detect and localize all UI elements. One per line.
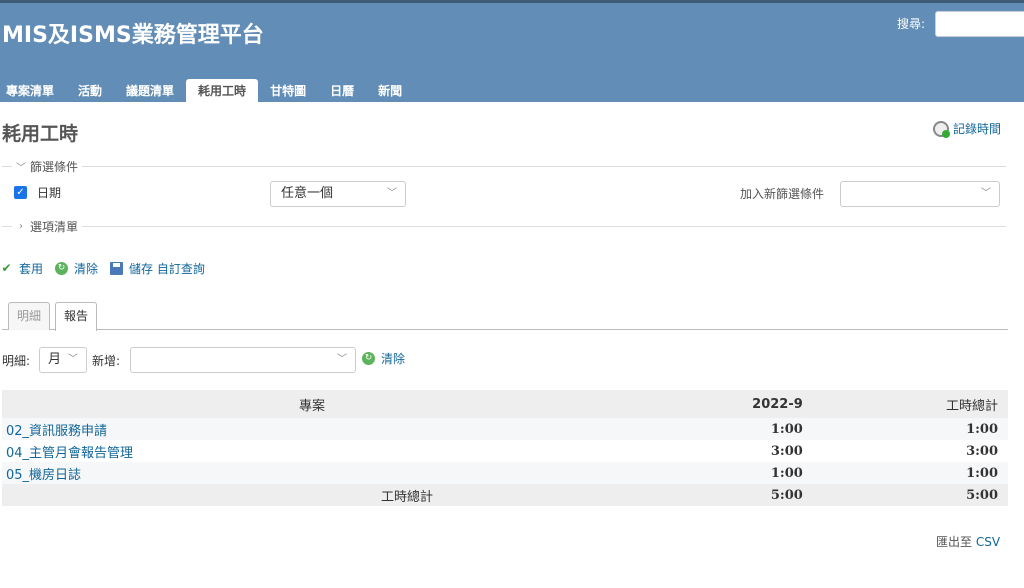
total-hours-cell: 3:00 [812, 440, 1008, 462]
total-hours-cell: 1:00 [812, 418, 1008, 440]
date-operator-select[interactable]: 任意一個 ﹀ [270, 181, 406, 207]
options-legend-toggle[interactable]: › 選項清單 [12, 218, 83, 235]
log-time-link[interactable]: 記錄時間 [933, 120, 1002, 138]
menu-tab-gantt[interactable]: 甘特圖 [258, 79, 318, 105]
report-table: 專案 2022-9 工時總計 02_資訊服務申請 1:00 1:00 04_主管… [2, 390, 1008, 506]
export-label: 匯出至 [936, 535, 973, 549]
period-select[interactable]: 月 ﹀ [39, 347, 87, 373]
checkmark-icon: ✔ [1, 261, 12, 275]
report-clear-label: 清除 [381, 352, 406, 366]
date-filter-checkbox[interactable]: ✓ [14, 186, 27, 199]
report-controls: 明細: [2, 347, 30, 373]
column-header-total: 工時總計 [812, 390, 1008, 418]
table-total-row: 工時總計 5:00 5:00 [2, 484, 1008, 506]
filters-legend-label: 篩選條件 [30, 160, 79, 174]
chevron-down-icon: ﹀ [68, 354, 78, 365]
column-header-project: 專案 [2, 390, 622, 418]
period-total-cell: 5:00 [622, 484, 813, 506]
tab-report[interactable]: 報告 [55, 302, 98, 331]
search-input[interactable] [935, 11, 1024, 37]
table-header-row: 專案 2022-9 工時總計 [2, 390, 1008, 418]
project-link[interactable]: 04_主管月會報告管理 [2, 446, 133, 461]
add-filter-label: 加入新篩選條件 [740, 187, 825, 201]
chevron-right-icon: › [19, 221, 23, 232]
table-row: 05_機房日誌 1:00 1:00 [2, 462, 1008, 484]
options-legend-label: 選項清單 [30, 220, 79, 234]
main-menu: 專案清單 活動 議題清單 耗用工時 甘特圖 日曆 新聞 [0, 79, 414, 105]
clear-button[interactable]: 清除 [74, 260, 98, 277]
period-hours-cell: 3:00 [622, 440, 813, 462]
table-row: 02_資訊服務申請 1:00 1:00 [2, 418, 1008, 440]
column-header-period: 2022-9 [622, 390, 813, 418]
chevron-down-icon: ﹀ [16, 163, 26, 174]
reset-icon: ↻ [362, 352, 375, 365]
export-csv-link[interactable]: CSV [976, 535, 1000, 549]
view-tabs: 明細 報告 [2, 302, 1008, 331]
page-title: 耗用工時 [2, 123, 79, 145]
date-operator-value: 任意一個 [281, 186, 334, 201]
query-actions: ✔ 套用 ↻ 清除 儲存 自訂查詢 [0, 260, 211, 277]
period-hours-cell: 1:00 [622, 462, 813, 484]
menu-tab-activity[interactable]: 活動 [66, 79, 114, 105]
filters-legend-toggle[interactable]: ﹀ 篩選條件 [12, 158, 83, 175]
chevron-down-icon: ﹀ [337, 354, 347, 365]
tab-details[interactable]: 明細 [8, 302, 51, 330]
grand-total-cell: 5:00 [812, 484, 1008, 506]
detail-label: 明細: [2, 353, 31, 368]
period-value: 月 [48, 352, 62, 367]
period-hours-cell: 1:00 [622, 418, 813, 440]
total-row-label: 工時總計 [2, 484, 622, 506]
add-criteria-select[interactable]: ﹀ [130, 347, 356, 373]
save-query-button[interactable]: 儲存 自訂查詢 [129, 260, 205, 277]
add-criteria-label: 新增: [92, 354, 121, 368]
options-divider [2, 226, 1006, 227]
header-bar: MIS及ISMS業務管理平台 搜尋: 專案清單 活動 議題清單 耗用工時 甘特圖… [0, 0, 1024, 105]
menu-tab-issues[interactable]: 議題清單 [114, 79, 186, 105]
menu-tab-projects[interactable]: 專案清單 [0, 79, 66, 105]
table-row: 04_主管月會報告管理 3:00 3:00 [2, 440, 1008, 462]
chevron-down-icon: ﹀ [981, 188, 991, 199]
filters-divider [2, 166, 1006, 167]
reset-icon: ↻ [55, 262, 69, 275]
log-time-label: 記錄時間 [953, 122, 1002, 136]
filter-date-row: ✓ 日期 [14, 184, 61, 201]
project-link[interactable]: 05_機房日誌 [2, 468, 81, 483]
menu-tab-calendar[interactable]: 日曆 [318, 79, 366, 105]
app-title[interactable]: MIS及ISMS業務管理平台 [2, 17, 264, 49]
total-hours-cell: 1:00 [812, 462, 1008, 484]
clock-add-icon [933, 120, 950, 138]
menu-tab-spent-time[interactable]: 耗用工時 [186, 79, 259, 105]
search-label: 搜尋: [897, 17, 926, 31]
export-links: 匯出至 CSV [936, 533, 1000, 550]
apply-button[interactable]: 套用 [19, 260, 43, 277]
chevron-down-icon: ﹀ [387, 188, 397, 199]
save-icon [110, 262, 124, 275]
add-filter-select[interactable]: ﹀ [840, 181, 1000, 207]
project-link[interactable]: 02_資訊服務申請 [2, 424, 107, 439]
menu-tab-news[interactable]: 新聞 [366, 79, 414, 105]
date-filter-label: 日期 [37, 186, 62, 200]
report-clear-link[interactable]: ↻ 清除 [362, 350, 405, 367]
